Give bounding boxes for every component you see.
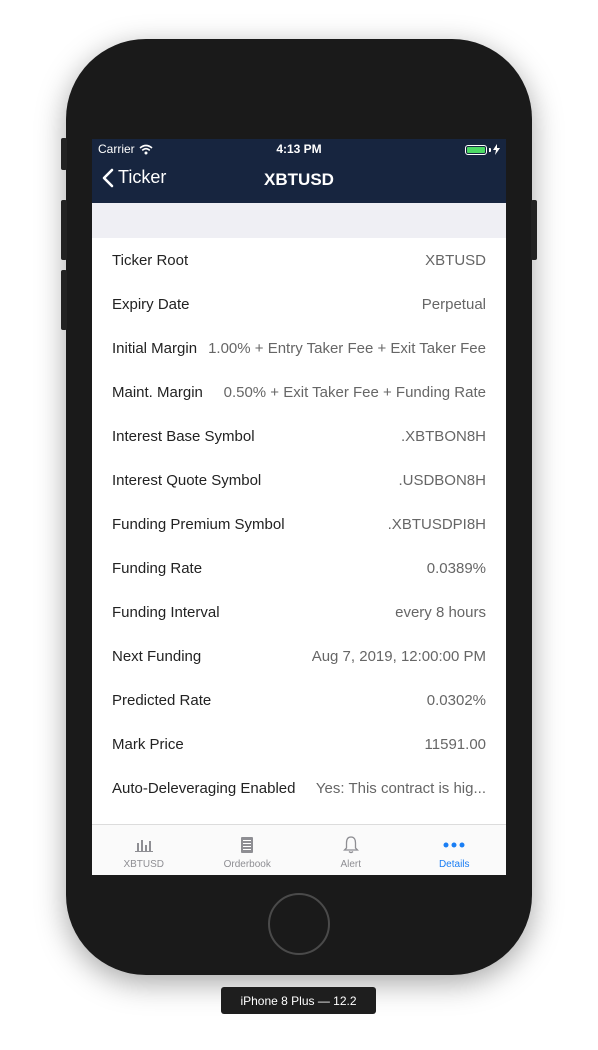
tab-alert-label: Alert [340,859,362,870]
detail-value: 0.0302% [426,691,486,709]
detail-label: Next Funding [112,647,202,665]
bell-icon [342,836,359,854]
detail-value: Yes: This contract is hig... [315,779,486,797]
detail-row: Interest Base Symbol .XBTBON8H [92,414,506,458]
detail-value: 11591.00 [424,735,486,753]
chart-icon [134,840,153,852]
detail-value: XBTUSD [425,251,486,269]
detail-row: Mark Price 11591.00 [92,722,506,766]
status-time: 4:13 PM [276,142,322,156]
tab-xbtusd-label: XBTUSD [123,859,165,870]
detail-label: Funding Rate [112,559,203,577]
detail-row: Next Funding Aug 7, 2019, 12:00:00 PM [92,634,506,678]
detail-row: Predicted Rate 0.0302% [92,678,506,722]
detail-value: 0.50% + Exit Taker Fee + Funding Rate [223,383,486,401]
detail-row: Auto-Deleveraging Enabled Yes: This contr… [92,766,506,810]
detail-row: Funding Premium Symbol .XBTUSDPI8H [92,502,506,546]
detail-label: Predicted Rate [112,691,212,709]
mute-switch [61,138,67,170]
device-label: iPhone 8 Plus — 12.2 [221,987,376,1014]
detail-value: 1.00% + Entry Taker Fee + Exit Taker Fee [208,339,486,357]
detail-row: Funding Rate 0.0389% [92,546,506,590]
page-title: XBTUSD [264,170,334,189]
detail-label: Interest Quote Symbol [112,471,262,489]
detail-label: Funding Interval [112,603,220,621]
tab-alert[interactable]: Alert [299,825,403,875]
tab-orderbook[interactable]: Orderbook [196,825,300,875]
details-list: Ticker Root XBTUSD Expiry Date Perpetual Ini… [92,238,506,810]
tab-xbtusd[interactable]: XBTUSD [92,825,196,875]
power-button [531,200,537,260]
navigation-bar: Carrier 4:13 PM Ticker XBTUSD [92,139,506,203]
detail-label: Maint. Margin [112,383,203,401]
volume-up-button [61,200,67,260]
detail-value: .XBTUSDPI8H [387,515,486,533]
detail-row: Maint. Margin 0.50% + Exit Taker Fee + Fu… [92,370,506,414]
detail-value: every 8 hours [395,603,486,621]
detail-label: Funding Premium Symbol [112,515,285,533]
orderbook-icon [241,837,254,853]
detail-row: Funding Interval every 8 hours [92,590,506,634]
status-bar: Carrier 4:13 PM [92,139,506,159]
detail-value: .USDBON8H [398,471,486,489]
detail-row: Ticker Root XBTUSD [92,238,506,282]
volume-down-button [61,270,67,330]
tab-details[interactable]: Details [403,825,507,875]
detail-row: Initial Margin 1.00% + Entry Taker Fee + … [92,326,506,370]
tab-orderbook-label: Orderbook [223,859,271,870]
section-header [92,203,506,238]
battery-icon [465,144,487,155]
app-screen: Carrier 4:13 PM Ticker XBTUSD Ticker Roo… [92,139,506,875]
detail-label: Initial Margin [112,339,198,357]
battery-indicator [465,144,500,155]
detail-value: Perpetual [421,295,486,313]
detail-row: Expiry Date Perpetual [92,282,506,326]
detail-label: Interest Base Symbol [112,427,255,445]
tab-bar: XBTUSD Orderbook Alert Details [92,824,506,875]
charging-bolt-icon [493,144,500,155]
detail-value: .XBTBON8H [400,427,486,445]
detail-label: Expiry Date [112,295,190,313]
detail-label: Auto-Deleveraging Enabled [112,779,296,797]
detail-row: Interest Quote Symbol .USDBON8H [92,458,506,502]
detail-value: Aug 7, 2019, 12:00:00 PM [311,647,486,665]
more-icon [443,842,465,848]
detail-label: Ticker Root [112,251,189,269]
home-button[interactable] [268,893,330,955]
detail-label: Mark Price [112,735,184,753]
detail-value: 0.0389% [426,559,486,577]
tab-details-label: Details [438,859,470,870]
